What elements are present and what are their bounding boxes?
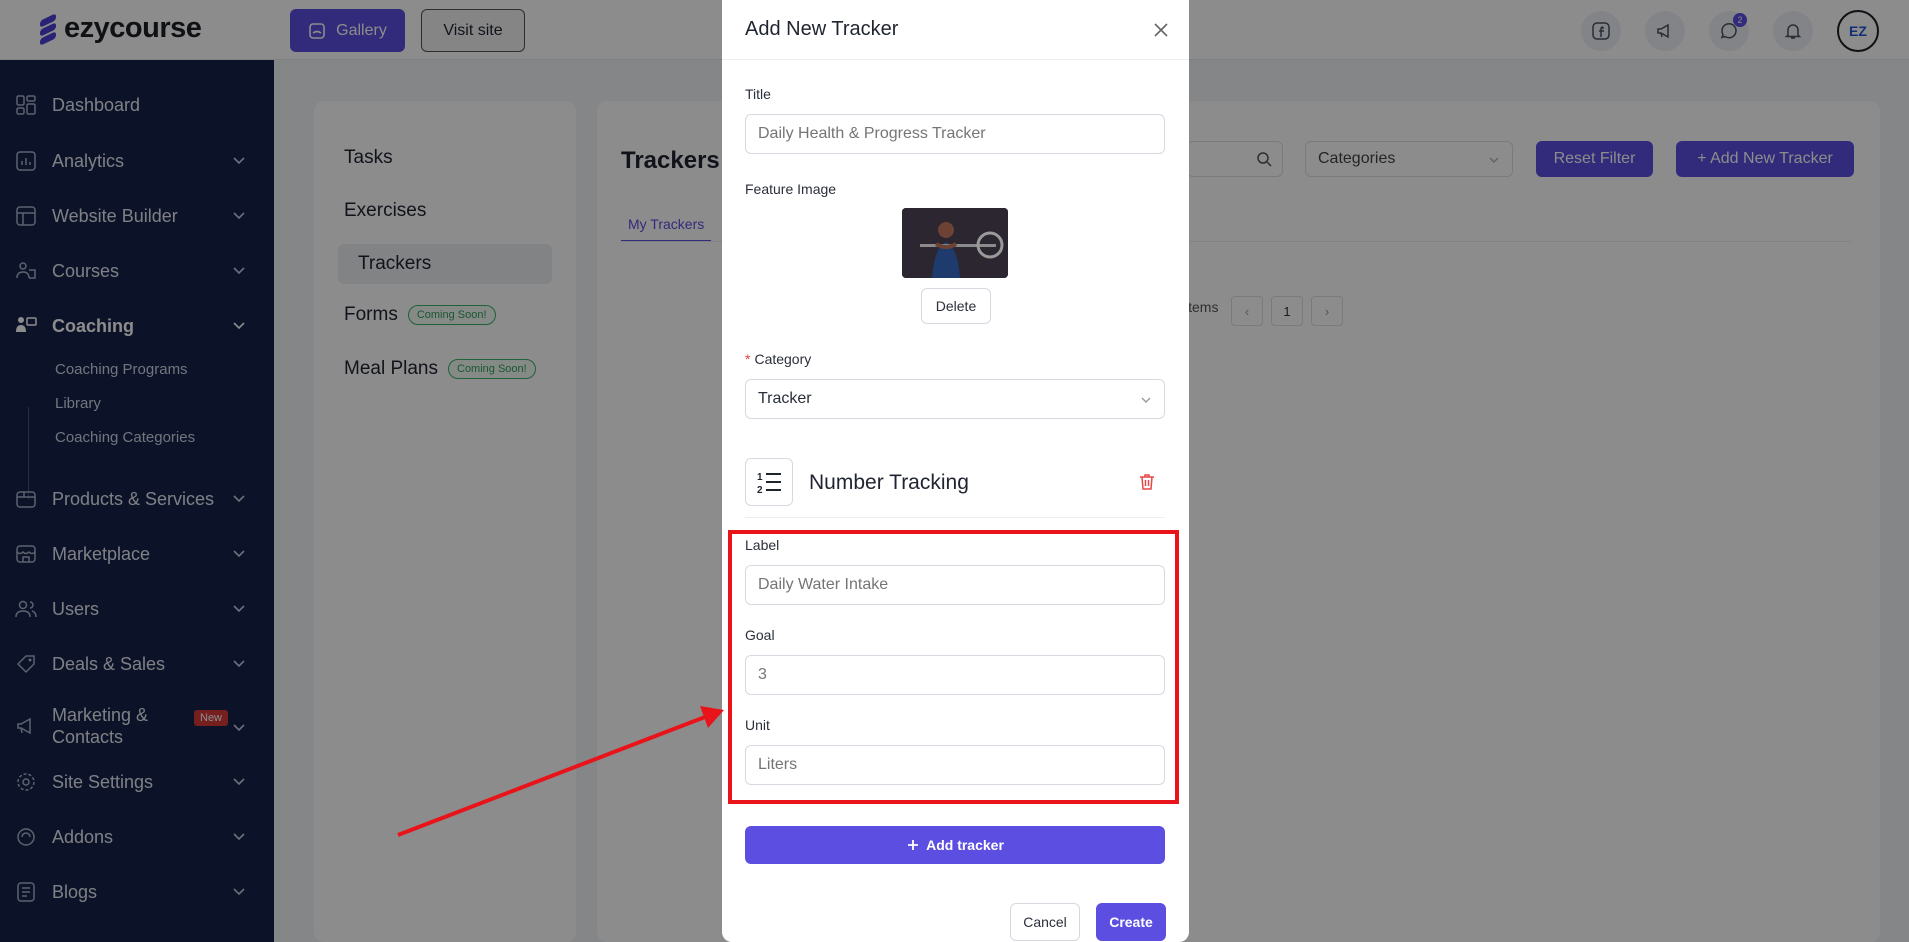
title-label: Title: [745, 86, 771, 102]
create-button[interactable]: Create: [1096, 903, 1166, 941]
delete-image-button[interactable]: Delete: [921, 288, 991, 324]
modal-title: Add New Tracker: [745, 18, 899, 40]
modal-header: Add New Tracker: [722, 0, 1189, 60]
tracker-type-row: 12 Number Tracking: [745, 458, 1165, 518]
required-asterisk: *: [745, 351, 751, 367]
category-label-text: Category: [754, 351, 812, 367]
title-input[interactable]: [745, 114, 1165, 154]
trash-icon[interactable]: [1137, 472, 1157, 492]
svg-text:1: 1: [757, 472, 763, 483]
svg-text:2: 2: [757, 485, 763, 496]
feature-image-preview: [902, 208, 1008, 278]
numbered-list-icon: 12: [745, 458, 793, 506]
chevron-down-icon: [1141, 397, 1151, 403]
category-label: * Category: [745, 351, 811, 367]
highlight-box: [728, 530, 1179, 804]
category-select[interactable]: Tracker: [745, 379, 1165, 419]
feature-image-label: Feature Image: [745, 181, 837, 197]
close-icon[interactable]: [1151, 20, 1171, 40]
cancel-button[interactable]: Cancel: [1010, 903, 1080, 941]
add-tracker-button[interactable]: Add tracker: [745, 826, 1165, 864]
tracker-type-title: Number Tracking: [809, 471, 969, 494]
add-tracker-label: Add tracker: [926, 837, 1004, 853]
plus-icon: [908, 840, 919, 850]
feature-image-icon: [902, 208, 1008, 278]
category-value: Tracker: [758, 390, 812, 407]
